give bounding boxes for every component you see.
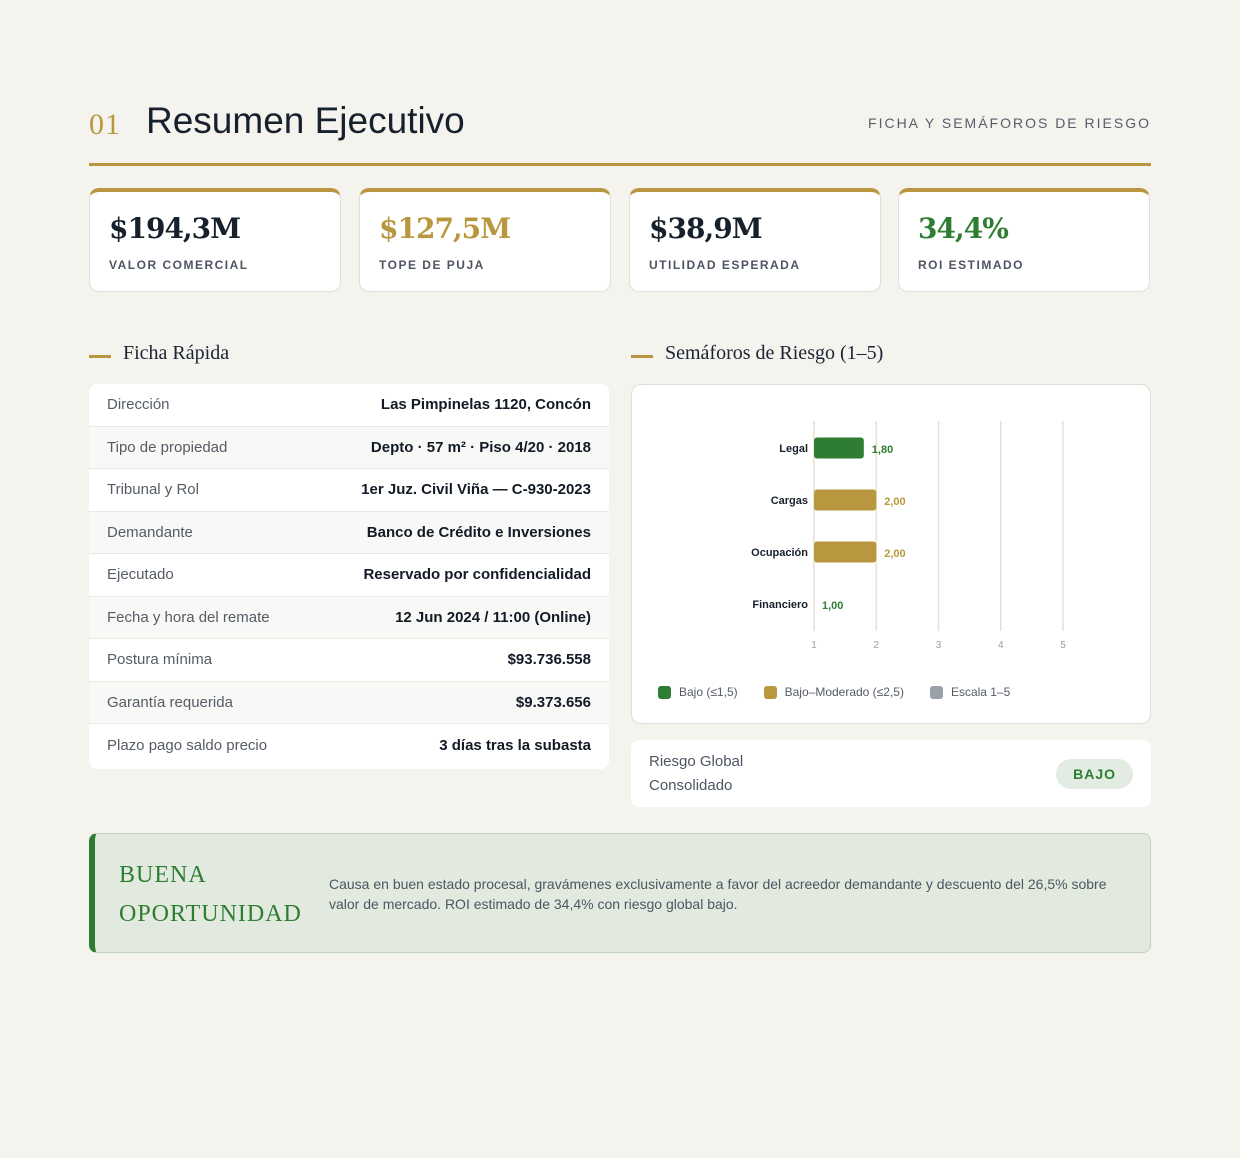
- status-badge: BAJO: [1056, 759, 1133, 789]
- row-key: Plazo pago saldo precio: [107, 736, 268, 754]
- bar-value-label: 2,00: [884, 548, 905, 560]
- table-row: Postura mínima $93.736.558: [89, 639, 609, 682]
- bar-value-label: 1,80: [872, 444, 893, 456]
- risk-title: Semáforos de Riesgo (1–5): [665, 342, 884, 364]
- legend-swatch: [763, 685, 777, 699]
- table-row: Plazo pago saldo precio 3 días tras la su…: [89, 724, 609, 767]
- x-tick-label: 2: [873, 640, 879, 651]
- global-risk-card: Riesgo Global Consolidado BAJO: [631, 740, 1151, 807]
- bar-category-label: Financiero: [752, 599, 808, 611]
- table-row: Fecha y hora del remate 12 Jun 2024 / 11:…: [89, 596, 609, 639]
- kpi-label: TOPE DE PUJA: [379, 258, 485, 272]
- verdict-callout: BUENA OPORTUNIDAD Causa en buen estado p…: [89, 833, 1151, 953]
- verdict-title: BUENA OPORTUNIDAD: [119, 862, 302, 927]
- kpi-value: $194,3M: [109, 212, 241, 245]
- row-key: Tribunal y Rol: [107, 481, 199, 499]
- verdict-text: Causa en buen estado procesal, gravámene…: [329, 876, 1107, 912]
- bar-value-label: 1,00: [822, 600, 843, 612]
- legend-item: Escala 1–5: [929, 685, 1011, 699]
- bar-category-label: Legal: [779, 443, 808, 455]
- kpi-card-tope-de-puja: $127,5M TOPE DE PUJA: [359, 188, 611, 292]
- row-key: Fecha y hora del remate: [107, 608, 270, 626]
- row-value: 1er Juz. Civil Viña — C-930-2023: [361, 481, 591, 499]
- row-value: $93.736.558: [507, 651, 591, 669]
- ficha-title: Ficha Rápida: [123, 342, 230, 364]
- row-key: Tipo de propiedad: [107, 438, 228, 456]
- chart-legend: Bajo (≤1,5) Bajo–Moderado (≤2,5) Escala …: [658, 685, 1010, 699]
- row-key: Ejecutado: [107, 566, 174, 584]
- row-value: Banco de Crédito e Inversiones: [366, 523, 591, 541]
- risk-chart-card: 1 2 3 4 5 Legal 1,80 Cargas 2,00 Ocupación 2,00 Fin…: [631, 384, 1151, 724]
- legend-label: Bajo–Moderado (≤2,5): [784, 685, 904, 699]
- bar-category-label: Cargas: [771, 495, 808, 507]
- bar-category-label: Ocupación: [751, 547, 808, 559]
- page-subtitle: FICHA Y SEMÁFOROS DE RIESGO: [868, 115, 1151, 131]
- page-title: Resumen Ejecutivo: [146, 100, 465, 141]
- legend-label: Escala 1–5: [950, 685, 1011, 699]
- table-row: Tribunal y Rol 1er Juz. Civil Viña — C-93…: [89, 469, 609, 512]
- kpi-card-valor-comercial: $194,3M VALOR COMERCIAL: [89, 188, 341, 292]
- section-number: 01: [89, 108, 121, 141]
- row-value: $9.373.656: [515, 693, 591, 711]
- risk-bar: [814, 489, 877, 511]
- row-key: Postura mínima: [107, 651, 213, 669]
- row-key: Demandante: [107, 523, 193, 541]
- kpi-value: $38,9M: [649, 212, 763, 245]
- risk-bar: [814, 437, 864, 459]
- kpi-label: ROI ESTIMADO: [918, 258, 1025, 272]
- x-tick-label: 5: [1060, 640, 1066, 651]
- x-tick-label: 4: [998, 640, 1004, 651]
- legend-label: Bajo (≤1,5): [679, 685, 738, 699]
- table-row: Tipo de propiedad Depto · 57 m² · Piso 4/…: [89, 426, 609, 469]
- row-value: Las Pimpinelas 1120, Concón: [380, 396, 591, 414]
- row-key: Garantía requerida: [107, 693, 233, 711]
- kpi-label: UTILIDAD ESPERADA: [649, 258, 801, 272]
- kpi-card-utilidad-esperada: $38,9M UTILIDAD ESPERADA: [629, 188, 881, 292]
- kpi-value: $127,5M: [379, 212, 511, 245]
- kpi-label: VALOR COMERCIAL: [109, 258, 249, 272]
- row-value: 3 días tras la subasta: [439, 736, 591, 754]
- row-value: 12 Jun 2024 / 11:00 (Online): [395, 608, 591, 626]
- heading-dash: [631, 355, 653, 358]
- row-value: Depto · 57 m² · Piso 4/20 · 2018: [370, 438, 591, 456]
- table-row: Dirección Las Pimpinelas 1120, Concón: [89, 384, 609, 427]
- table-row: Demandante Banco de Crédito e Inversiones: [89, 511, 609, 554]
- legend-swatch: [658, 685, 671, 699]
- legend-item: Bajo (≤1,5): [658, 685, 738, 699]
- ficha-table: Dirección Las Pimpinelas 1120, Concón Tip…: [89, 384, 609, 769]
- section-header: 01 Resumen Ejecutivo FICHA Y SEMÁFOROS D…: [89, 96, 1151, 166]
- bar-value-label: 2,00: [884, 496, 905, 508]
- row-value: Reservado por confidencialidad: [363, 566, 591, 584]
- kpi-card-roi-estimado: 34,4% ROI ESTIMADO: [898, 188, 1150, 292]
- row-key: Dirección: [107, 396, 170, 414]
- risk-bar: [814, 541, 877, 563]
- global-risk-label: Riesgo Global Consolidado: [649, 753, 744, 794]
- table-row: Garantía requerida $9.373.656: [89, 681, 609, 724]
- risk-bar-chart: 1 2 3 4 5 Legal 1,80 Cargas 2,00 Ocupación 2,00 Fin…: [751, 421, 1066, 651]
- legend-item: Bajo–Moderado (≤2,5): [763, 685, 904, 699]
- x-tick-label: 1: [811, 640, 817, 651]
- legend-swatch: [929, 685, 943, 699]
- x-tick-label: 3: [936, 640, 942, 651]
- table-row: Ejecutado Reservado por confidencialidad: [89, 554, 609, 597]
- heading-dash: [89, 355, 111, 358]
- kpi-value: 34,4%: [918, 212, 1009, 245]
